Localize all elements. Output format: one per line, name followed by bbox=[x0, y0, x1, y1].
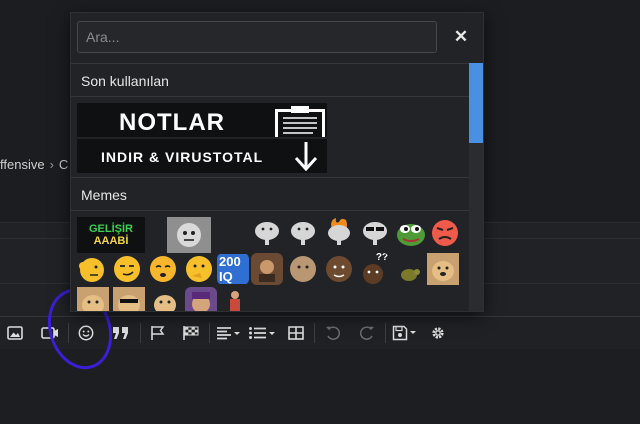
smilie-text: GELİŞİR bbox=[88, 223, 133, 235]
face-icon bbox=[363, 264, 383, 284]
smilie-notlar[interactable]: NOTLAR bbox=[77, 103, 327, 137]
smilie-elephant-fire[interactable] bbox=[323, 215, 355, 247]
smilie-elephant[interactable] bbox=[251, 217, 283, 249]
image-icon bbox=[7, 326, 23, 340]
smilie-meme-face[interactable] bbox=[185, 287, 217, 311]
smilie-pepe[interactable] bbox=[395, 217, 427, 249]
section-title: Memes bbox=[71, 177, 469, 211]
align-button[interactable] bbox=[216, 322, 242, 344]
quote-button[interactable] bbox=[110, 322, 132, 344]
smirk-face-icon bbox=[114, 256, 140, 282]
smilie-meme-face[interactable] bbox=[167, 217, 211, 253]
smilie-meme-face[interactable] bbox=[287, 253, 319, 285]
smilie-angry[interactable] bbox=[429, 217, 461, 249]
yellow-face-icon bbox=[79, 258, 104, 282]
breadcrumb-item[interactable]: C bbox=[59, 157, 68, 172]
doge-icon bbox=[432, 261, 454, 281]
smilie-doge[interactable] bbox=[149, 287, 181, 311]
banner-text: NOTLAR bbox=[119, 109, 225, 136]
breadcrumb-separator: › bbox=[49, 157, 54, 172]
scrollbar-thumb[interactable] bbox=[469, 63, 483, 143]
spoiler-button[interactable] bbox=[148, 322, 168, 344]
thinking-face-icon bbox=[186, 256, 212, 282]
breadcrumb-item[interactable]: ffensive bbox=[0, 157, 45, 172]
figure-icon bbox=[230, 291, 240, 311]
undo-icon bbox=[326, 326, 341, 340]
align-left-icon bbox=[217, 327, 240, 340]
smilie-yellow-face[interactable] bbox=[75, 253, 107, 285]
scrollbar[interactable] bbox=[469, 63, 483, 311]
doge-glasses-icon bbox=[118, 295, 140, 311]
drafts-button[interactable] bbox=[392, 322, 420, 344]
smilie-sleepy[interactable] bbox=[147, 253, 179, 285]
elephant-icon bbox=[255, 222, 279, 245]
smilie-doge[interactable] bbox=[77, 287, 109, 311]
checkered-flag-icon bbox=[183, 326, 199, 340]
elephant-fire-icon bbox=[328, 218, 350, 245]
list-icon bbox=[249, 327, 275, 339]
smilie-question-face[interactable]: ?? bbox=[357, 253, 389, 285]
inline-spoiler-button[interactable] bbox=[180, 322, 202, 344]
smilie-doge[interactable] bbox=[427, 253, 459, 285]
smilie-doge-glasses[interactable] bbox=[113, 287, 145, 311]
face-icon bbox=[290, 256, 316, 282]
search-input[interactable] bbox=[77, 21, 437, 53]
toggle-bbcode-button[interactable] bbox=[428, 322, 448, 344]
toolbar-separator bbox=[314, 323, 315, 343]
smilie-gelisir-aaabi[interactable]: GELİŞİR AAABİ bbox=[77, 217, 145, 253]
down-arrow-icon bbox=[294, 142, 318, 172]
redo-icon bbox=[359, 326, 374, 340]
elephant-icon bbox=[291, 222, 315, 245]
smilie-meme-face[interactable] bbox=[323, 253, 355, 285]
pepe-icon bbox=[397, 224, 425, 246]
list-button[interactable] bbox=[248, 322, 278, 344]
smilie-text: AAABİ bbox=[93, 235, 129, 247]
smilie-thinking[interactable] bbox=[183, 253, 215, 285]
elephant-glasses-icon bbox=[363, 222, 387, 245]
clipboard-icon bbox=[275, 106, 325, 137]
smilies-popup: ✕ Son kullanılan NOTLAR INDIR & VIRUSTOT… bbox=[70, 12, 484, 312]
toolbar-separator bbox=[385, 323, 386, 343]
smilie-smirk[interactable] bbox=[111, 253, 143, 285]
table-button[interactable] bbox=[286, 322, 306, 344]
insert-image-button[interactable] bbox=[6, 322, 24, 344]
toolbar-separator bbox=[140, 323, 141, 343]
face-icon bbox=[192, 292, 210, 311]
smilie-text: ?? bbox=[375, 253, 389, 263]
smilie-meme-photo[interactable] bbox=[251, 253, 283, 285]
smilie-turtle[interactable] bbox=[393, 257, 425, 289]
smilie-elephant[interactable] bbox=[287, 217, 319, 249]
undo-button[interactable] bbox=[322, 322, 344, 344]
breadcrumb: ffensive › C bbox=[0, 157, 68, 172]
smilie-text: 200 IQ bbox=[217, 254, 249, 284]
quote-icon bbox=[113, 327, 128, 339]
floppy-icon bbox=[392, 325, 416, 341]
smilie-200-iq[interactable]: 200 IQ bbox=[217, 253, 249, 285]
sleepy-face-icon bbox=[150, 256, 176, 282]
toolbar-separator bbox=[209, 323, 210, 343]
smilie-meme-figure[interactable] bbox=[219, 287, 251, 311]
doge-icon bbox=[82, 295, 104, 311]
smilie-elephant-glasses[interactable] bbox=[359, 217, 391, 249]
photo-icon bbox=[259, 260, 275, 282]
face-icon bbox=[326, 256, 352, 282]
table-icon bbox=[288, 326, 304, 340]
doge-icon bbox=[154, 295, 176, 311]
section-title: Son kullanılan bbox=[71, 63, 469, 97]
close-icon[interactable]: ✕ bbox=[449, 25, 473, 49]
redo-button[interactable] bbox=[356, 322, 378, 344]
turtle-icon bbox=[401, 269, 420, 281]
flag-icon bbox=[151, 326, 165, 340]
angry-face-icon bbox=[432, 220, 458, 246]
smilie-indir-virustotal[interactable]: INDIR & VIRUSTOTAL bbox=[77, 139, 327, 173]
face-icon bbox=[177, 223, 201, 247]
gear-icon bbox=[432, 327, 444, 339]
banner-text: INDIR & VIRUSTOTAL bbox=[101, 149, 264, 165]
